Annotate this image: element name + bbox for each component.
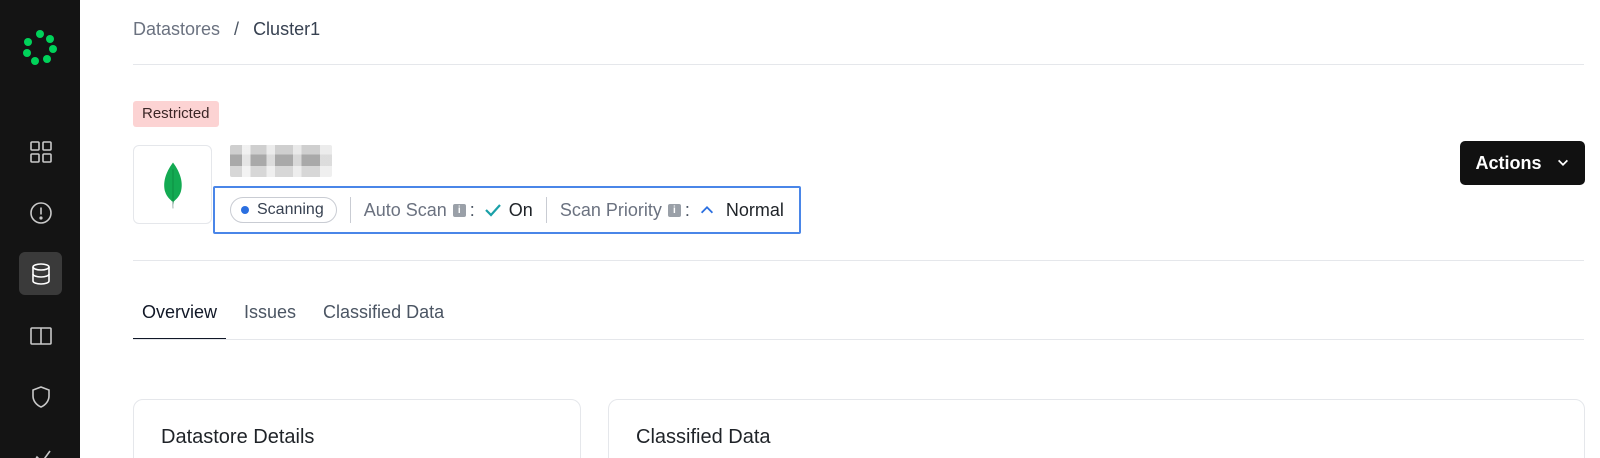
scan-priority-value: Normal: [725, 199, 784, 220]
tab-issues[interactable]: Issues: [235, 296, 305, 340]
alert-circle-icon: [29, 201, 52, 224]
chart-icon: [34, 450, 51, 458]
restricted-badge: Restricted: [133, 101, 219, 127]
status-divider: [349, 197, 351, 223]
chevron-up-icon: [700, 206, 713, 214]
scanning-status-label: Scanning: [257, 201, 324, 218]
scan-priority-label: Scan Priority: [559, 199, 662, 220]
actions-button[interactable]: Actions: [1460, 141, 1585, 185]
breadcrumb-datastores-link[interactable]: Datastores: [133, 19, 220, 40]
header-divider: [133, 64, 1584, 65]
sidebar-item-catalog[interactable]: [19, 314, 62, 357]
tab-overview[interactable]: Overview: [133, 296, 227, 340]
classified-data-card: Classified Data: [608, 399, 1585, 458]
card-title: Datastore Details: [161, 426, 315, 448]
datastore-details-card: Datastore Details: [133, 399, 581, 458]
tabs-divider: [133, 339, 1584, 340]
info-icon[interactable]: i: [667, 203, 681, 217]
auto-scan-label: Auto Scan: [363, 199, 447, 220]
mongodb-leaf-icon: [163, 161, 182, 208]
card-title: Classified Data: [636, 426, 771, 448]
sidebar-item-policies[interactable]: [19, 375, 62, 418]
book-icon: [29, 326, 52, 345]
auto-scan-value: On: [508, 199, 533, 220]
tab-bar: Overview Issues Classified Data: [133, 296, 462, 340]
section-divider: [133, 260, 1584, 261]
scanning-status-pill: Scanning: [230, 197, 337, 223]
actions-label: Actions: [1475, 152, 1542, 173]
datastore-logo: [133, 145, 212, 224]
sidebar-item-reports[interactable]: [19, 436, 62, 458]
breadcrumb-current: Cluster1: [253, 19, 321, 39]
status-dot-icon: [241, 206, 249, 214]
info-icon[interactable]: i: [452, 203, 466, 217]
sidebar: [0, 0, 80, 458]
datastore-name-redacted: [230, 145, 332, 177]
breadcrumb-separator: /: [234, 19, 240, 39]
database-icon: [31, 262, 50, 285]
sidebar-item-datastores[interactable]: [19, 252, 62, 295]
breadcrumb: Datastores / Cluster1: [133, 19, 320, 40]
colon: :: [684, 199, 690, 220]
tab-classified-data[interactable]: Classified Data: [314, 296, 453, 340]
sidebar-item-dashboard[interactable]: [19, 130, 62, 173]
status-divider: [545, 197, 547, 223]
dashboard-grid-icon: [29, 140, 52, 163]
company-logo-icon[interactable]: [22, 30, 58, 66]
scan-status-bar: Scanning Auto Scan i : On Scan Priority …: [213, 186, 801, 234]
chevron-down-icon: [1557, 159, 1568, 166]
shield-icon: [31, 385, 50, 408]
colon: :: [469, 199, 475, 220]
sidebar-item-issues[interactable]: [19, 191, 62, 234]
checkmark-icon: [485, 204, 501, 217]
